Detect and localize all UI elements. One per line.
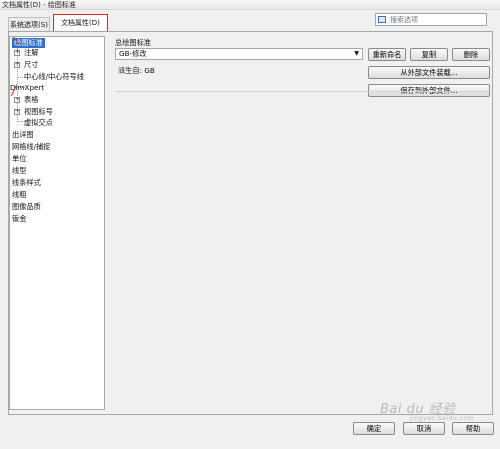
derived-from-text: 派生自: GB <box>118 66 155 75</box>
tab-system-options[interactable]: 系统选项(S) <box>8 17 50 31</box>
search-box[interactable] <box>375 13 487 26</box>
help-button[interactable]: 帮助 <box>452 422 494 435</box>
ok-button[interactable]: 确定 <box>353 422 395 435</box>
tree-item-view-labels[interactable]: 视图标号 <box>24 107 53 117</box>
tree-item-units[interactable]: 单位 <box>12 154 26 164</box>
rename-button[interactable]: 重新命名 <box>368 48 406 61</box>
expand-icon[interactable]: + <box>14 62 20 68</box>
watermark-url: jingyan.baidu.com <box>410 415 474 422</box>
baidu-watermark: Bai du 经验 jingyan.baidu.com <box>380 398 473 422</box>
standard-dropdown[interactable]: GB-修改 ▼ <box>115 48 363 60</box>
tree-item-line-thickness[interactable]: 线粗 <box>12 190 26 200</box>
tree-item-centerlines[interactable]: 中心线/中心符号线 <box>24 72 84 82</box>
title-bar: 文档属性(D) - 绘图标准 <box>0 0 500 10</box>
tree-item-virtual-sharps[interactable]: 虚拟交点 <box>24 118 53 128</box>
overall-standard-label: 总绘图标准 <box>115 38 151 47</box>
copy-button[interactable]: 复制 <box>410 48 448 61</box>
tree-item-sheet-metal[interactable]: 钣金 <box>12 214 26 224</box>
chevron-down-icon: ▼ <box>354 50 359 57</box>
tree-item-tables[interactable]: 表格 <box>24 95 38 105</box>
delete-button[interactable]: 删除 <box>452 48 490 61</box>
search-icon <box>378 16 386 23</box>
tree-item-grid-snap[interactable]: 网格线/捕捉 <box>12 142 50 152</box>
section-divider <box>115 91 491 92</box>
cancel-button[interactable]: 取消 <box>403 422 445 435</box>
tree-item-line-style[interactable]: 线条样式 <box>12 178 41 188</box>
tree-item-image-quality[interactable]: 图像品质 <box>12 202 41 212</box>
properties-panel: 绘图标准 + 注解 + 尺寸 中心线/中心符号线 DimXpert + 表格 +… <box>8 31 493 415</box>
expand-icon[interactable]: + <box>14 50 20 56</box>
tree-item-annotations[interactable]: 注解 <box>24 48 38 58</box>
window-title: 文档属性(D) - 绘图标准 <box>2 1 76 9</box>
document-properties-dialog: 文档属性(D) - 绘图标准 系统选项(S) 文档属性(D) 绘图标准 + 注解… <box>0 0 500 449</box>
tree-item-detailing[interactable]: 出详图 <box>12 130 34 140</box>
standard-dropdown-value: GB-修改 <box>119 49 147 58</box>
expand-icon[interactable]: + <box>14 109 20 115</box>
options-tree[interactable]: 绘图标准 + 注解 + 尺寸 中心线/中心符号线 DimXpert + 表格 +… <box>9 36 105 410</box>
standard-settings: 总绘图标准 GB-修改 ▼ 派生自: GB 重新命名 复制 删除 从外部文件装载… <box>112 36 492 414</box>
tree-item-line-font[interactable]: 线型 <box>12 166 26 176</box>
load-from-external-file-button[interactable]: 从外部文件装载... <box>368 66 490 79</box>
search-input[interactable] <box>390 14 480 25</box>
expand-icon[interactable]: + <box>14 97 20 103</box>
tab-document-properties[interactable]: 文档属性(D) <box>53 14 108 31</box>
tree-item-dimensions[interactable]: 尺寸 <box>24 60 38 70</box>
